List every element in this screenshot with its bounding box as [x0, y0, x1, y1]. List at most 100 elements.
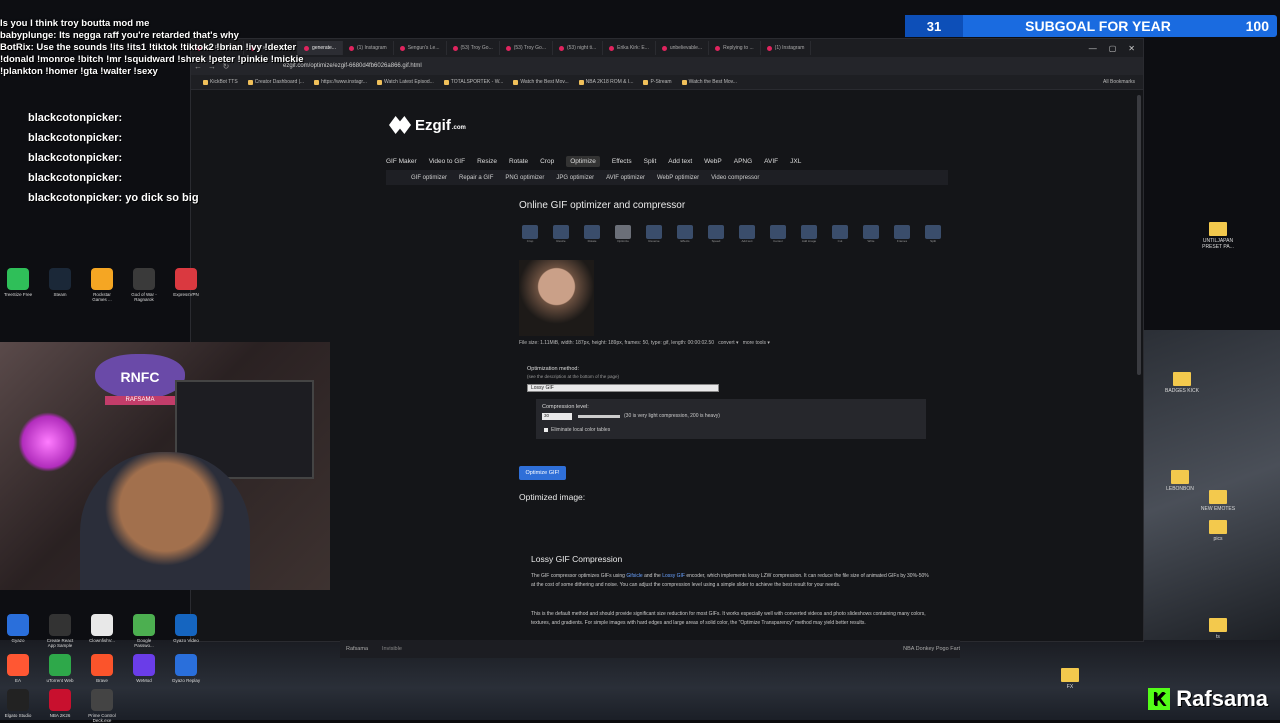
- lossy-gif-link[interactable]: Lossy GIF: [662, 573, 685, 579]
- subnav-webp-optimizer[interactable]: WebP optimizer: [657, 175, 699, 181]
- eliminate-color-tables[interactable]: Eliminate local color tables: [544, 427, 610, 433]
- close-icon[interactable]: ✕: [1128, 44, 1135, 53]
- bookmark-item[interactable]: P-Stream: [643, 79, 672, 85]
- browser-tab[interactable]: Erika Kirk: E...: [603, 41, 656, 55]
- tool-cut[interactable]: Cut: [829, 225, 851, 249]
- tool-rotate[interactable]: Rotate: [581, 225, 603, 249]
- tool-crop[interactable]: Crop: [519, 225, 541, 249]
- desktop-folder[interactable]: ts: [1198, 618, 1238, 640]
- nav-crop[interactable]: Crop: [540, 158, 554, 165]
- subnav-jpg-optimizer[interactable]: JPG optimizer: [556, 175, 594, 181]
- desktop-shortcut[interactable]: EA: [2, 654, 34, 683]
- subnav-repair-a-gif[interactable]: Repair a GIF: [459, 175, 493, 181]
- eliminate-checkbox[interactable]: [544, 428, 548, 432]
- desktop-shortcut[interactable]: Elgato Studio: [2, 689, 34, 723]
- optimize-gif-button[interactable]: Optimize GIF!: [519, 466, 566, 480]
- nav-add-text[interactable]: Add text: [668, 158, 692, 165]
- desktop-shortcut[interactable]: Brave: [86, 654, 118, 683]
- gifsicle-link[interactable]: Gifsicle: [626, 573, 642, 579]
- browser-tab[interactable]: (53) night ti...: [553, 41, 604, 55]
- tool-add-text[interactable]: Add text: [736, 225, 758, 249]
- eliminate-label: Eliminate local color tables: [551, 427, 611, 433]
- browser-tab[interactable]: (1) Instagram: [343, 41, 394, 55]
- desktop-shortcut[interactable]: Gyazo: [2, 614, 34, 648]
- desktop-shortcut[interactable]: Create React App Sample: [44, 614, 76, 648]
- page-scrollbar[interactable]: [1137, 95, 1141, 375]
- optimization-method-select[interactable]: Lossy GIF: [527, 384, 719, 392]
- nav-video-to-gif[interactable]: Video to GIF: [429, 158, 465, 165]
- desktop-shortcut[interactable]: NBA 2K26: [44, 689, 76, 723]
- nav-resize[interactable]: Resize: [477, 158, 497, 165]
- all-bookmarks[interactable]: All Bookmarks: [1103, 79, 1143, 85]
- desktop-shortcut[interactable]: Gyazo Replay: [170, 654, 202, 683]
- tool-optimize[interactable]: Optimize: [612, 225, 634, 249]
- browser-tab[interactable]: Replying to ...: [709, 41, 761, 55]
- desktop-shortcut[interactable]: Google Passwo...: [128, 614, 160, 648]
- app-icon: [7, 268, 29, 290]
- bookmark-item[interactable]: NBA 2K18 ROM & I...: [578, 79, 633, 85]
- bookmark-item[interactable]: https://www.instagr...: [314, 79, 367, 85]
- desktop-folder[interactable]: FX: [1050, 668, 1090, 690]
- tool-resize[interactable]: Resize: [550, 225, 572, 249]
- desktop-folder[interactable]: BADGES KICK: [1162, 372, 1202, 394]
- desktop-folder[interactable]: NEW EMOTES: [1198, 490, 1238, 512]
- nav-avif[interactable]: AVIF: [764, 158, 778, 165]
- tool-reverse[interactable]: Reverse: [643, 225, 665, 249]
- more-tools-link[interactable]: more tools: [743, 340, 766, 346]
- desktop-shortcut[interactable]: Prime Control Deck.exe: [86, 689, 118, 723]
- desktop-folder[interactable]: LEBONBON: [1160, 470, 1200, 492]
- desktop-shortcut[interactable]: God of War - Ragnarok: [128, 268, 160, 302]
- tool-censor[interactable]: Censor: [767, 225, 789, 249]
- desktop-shortcut[interactable]: uTorrent Web: [44, 654, 76, 683]
- subnav-video-compressor[interactable]: Video compressor: [711, 175, 759, 181]
- optimize-subnav: GIF optimizer Repair a GIF PNG optimizer JP…: [386, 170, 948, 185]
- desktop-shortcut[interactable]: Steam: [44, 268, 76, 302]
- desktop-folder[interactable]: UNTILJAPAN PRESET PA...: [1198, 222, 1238, 250]
- desktop-shortcut[interactable]: Gyazo Video: [170, 614, 202, 648]
- nav-optimize[interactable]: Optimize: [566, 155, 600, 167]
- discord-user[interactable]: Rafsama: [346, 646, 368, 652]
- frames-icon: [894, 225, 910, 239]
- subnav-png-optimizer[interactable]: PNG optimizer: [505, 175, 544, 181]
- ezgif-logo[interactable]: Ezgif .com: [389, 116, 466, 134]
- tool-speed[interactable]: Speed: [705, 225, 727, 249]
- browser-tab[interactable]: (53) Troy Go...: [500, 41, 553, 55]
- desktop-shortcut[interactable]: WeMod: [128, 654, 160, 683]
- desktop-folder[interactable]: pics: [1198, 520, 1238, 542]
- nav-webp[interactable]: WebP: [704, 158, 722, 165]
- nav-jxl[interactable]: JXL: [790, 158, 801, 165]
- compression-level-input[interactable]: 30: [542, 413, 572, 420]
- tool-add-image[interactable]: Add image: [798, 225, 820, 249]
- browser-tab[interactable]: Sengun's Le...: [394, 41, 447, 55]
- bookmark-label: KickBot TTS: [210, 79, 238, 85]
- maximize-icon[interactable]: ▢: [1109, 44, 1117, 53]
- tool-split[interactable]: Split: [922, 225, 944, 249]
- nav-effects[interactable]: Effects: [612, 158, 632, 165]
- bookmark-item[interactable]: Watch the Best Mov...: [513, 79, 569, 85]
- nav-rotate[interactable]: Rotate: [509, 158, 528, 165]
- bookmark-item[interactable]: TOTALSPORTEK - W...: [443, 79, 503, 85]
- nav-gif-maker[interactable]: GIF Maker: [386, 158, 417, 165]
- nav-apng[interactable]: APNG: [734, 158, 752, 165]
- desktop-shortcut[interactable]: ExpressVPN: [170, 268, 202, 302]
- minimize-icon[interactable]: —: [1089, 44, 1097, 53]
- optimize-icon: [615, 225, 631, 239]
- compression-slider[interactable]: [578, 415, 620, 418]
- tool-write[interactable]: Write: [860, 225, 882, 249]
- bookmark-item[interactable]: KickBot TTS: [203, 79, 238, 85]
- bookmark-item[interactable]: Watch Latest Episod...: [376, 79, 434, 85]
- convert-link[interactable]: convert: [718, 340, 734, 346]
- desktop-shortcut[interactable]: Rockstar Games ...: [86, 268, 118, 302]
- browser-tab[interactable]: (1) Instagram: [761, 41, 812, 55]
- desktop-shortcut[interactable]: TreeSize Free: [2, 268, 34, 302]
- subnav-avif-optimizer[interactable]: AVIF optimizer: [606, 175, 645, 181]
- subnav-gif-optimizer[interactable]: GIF optimizer: [411, 175, 447, 181]
- bookmark-item[interactable]: Creator Dashboard |...: [247, 79, 304, 85]
- tool-effects[interactable]: Effects: [674, 225, 696, 249]
- tool-frames[interactable]: Frames: [891, 225, 913, 249]
- browser-tab[interactable]: unbelievable...: [656, 41, 710, 55]
- browser-tab[interactable]: (53) Troy Go...: [447, 41, 500, 55]
- desktop-shortcut[interactable]: ClownfishV...: [86, 614, 118, 648]
- bookmark-item[interactable]: Watch the Best Mov...: [681, 79, 737, 85]
- nav-split[interactable]: Split: [644, 158, 657, 165]
